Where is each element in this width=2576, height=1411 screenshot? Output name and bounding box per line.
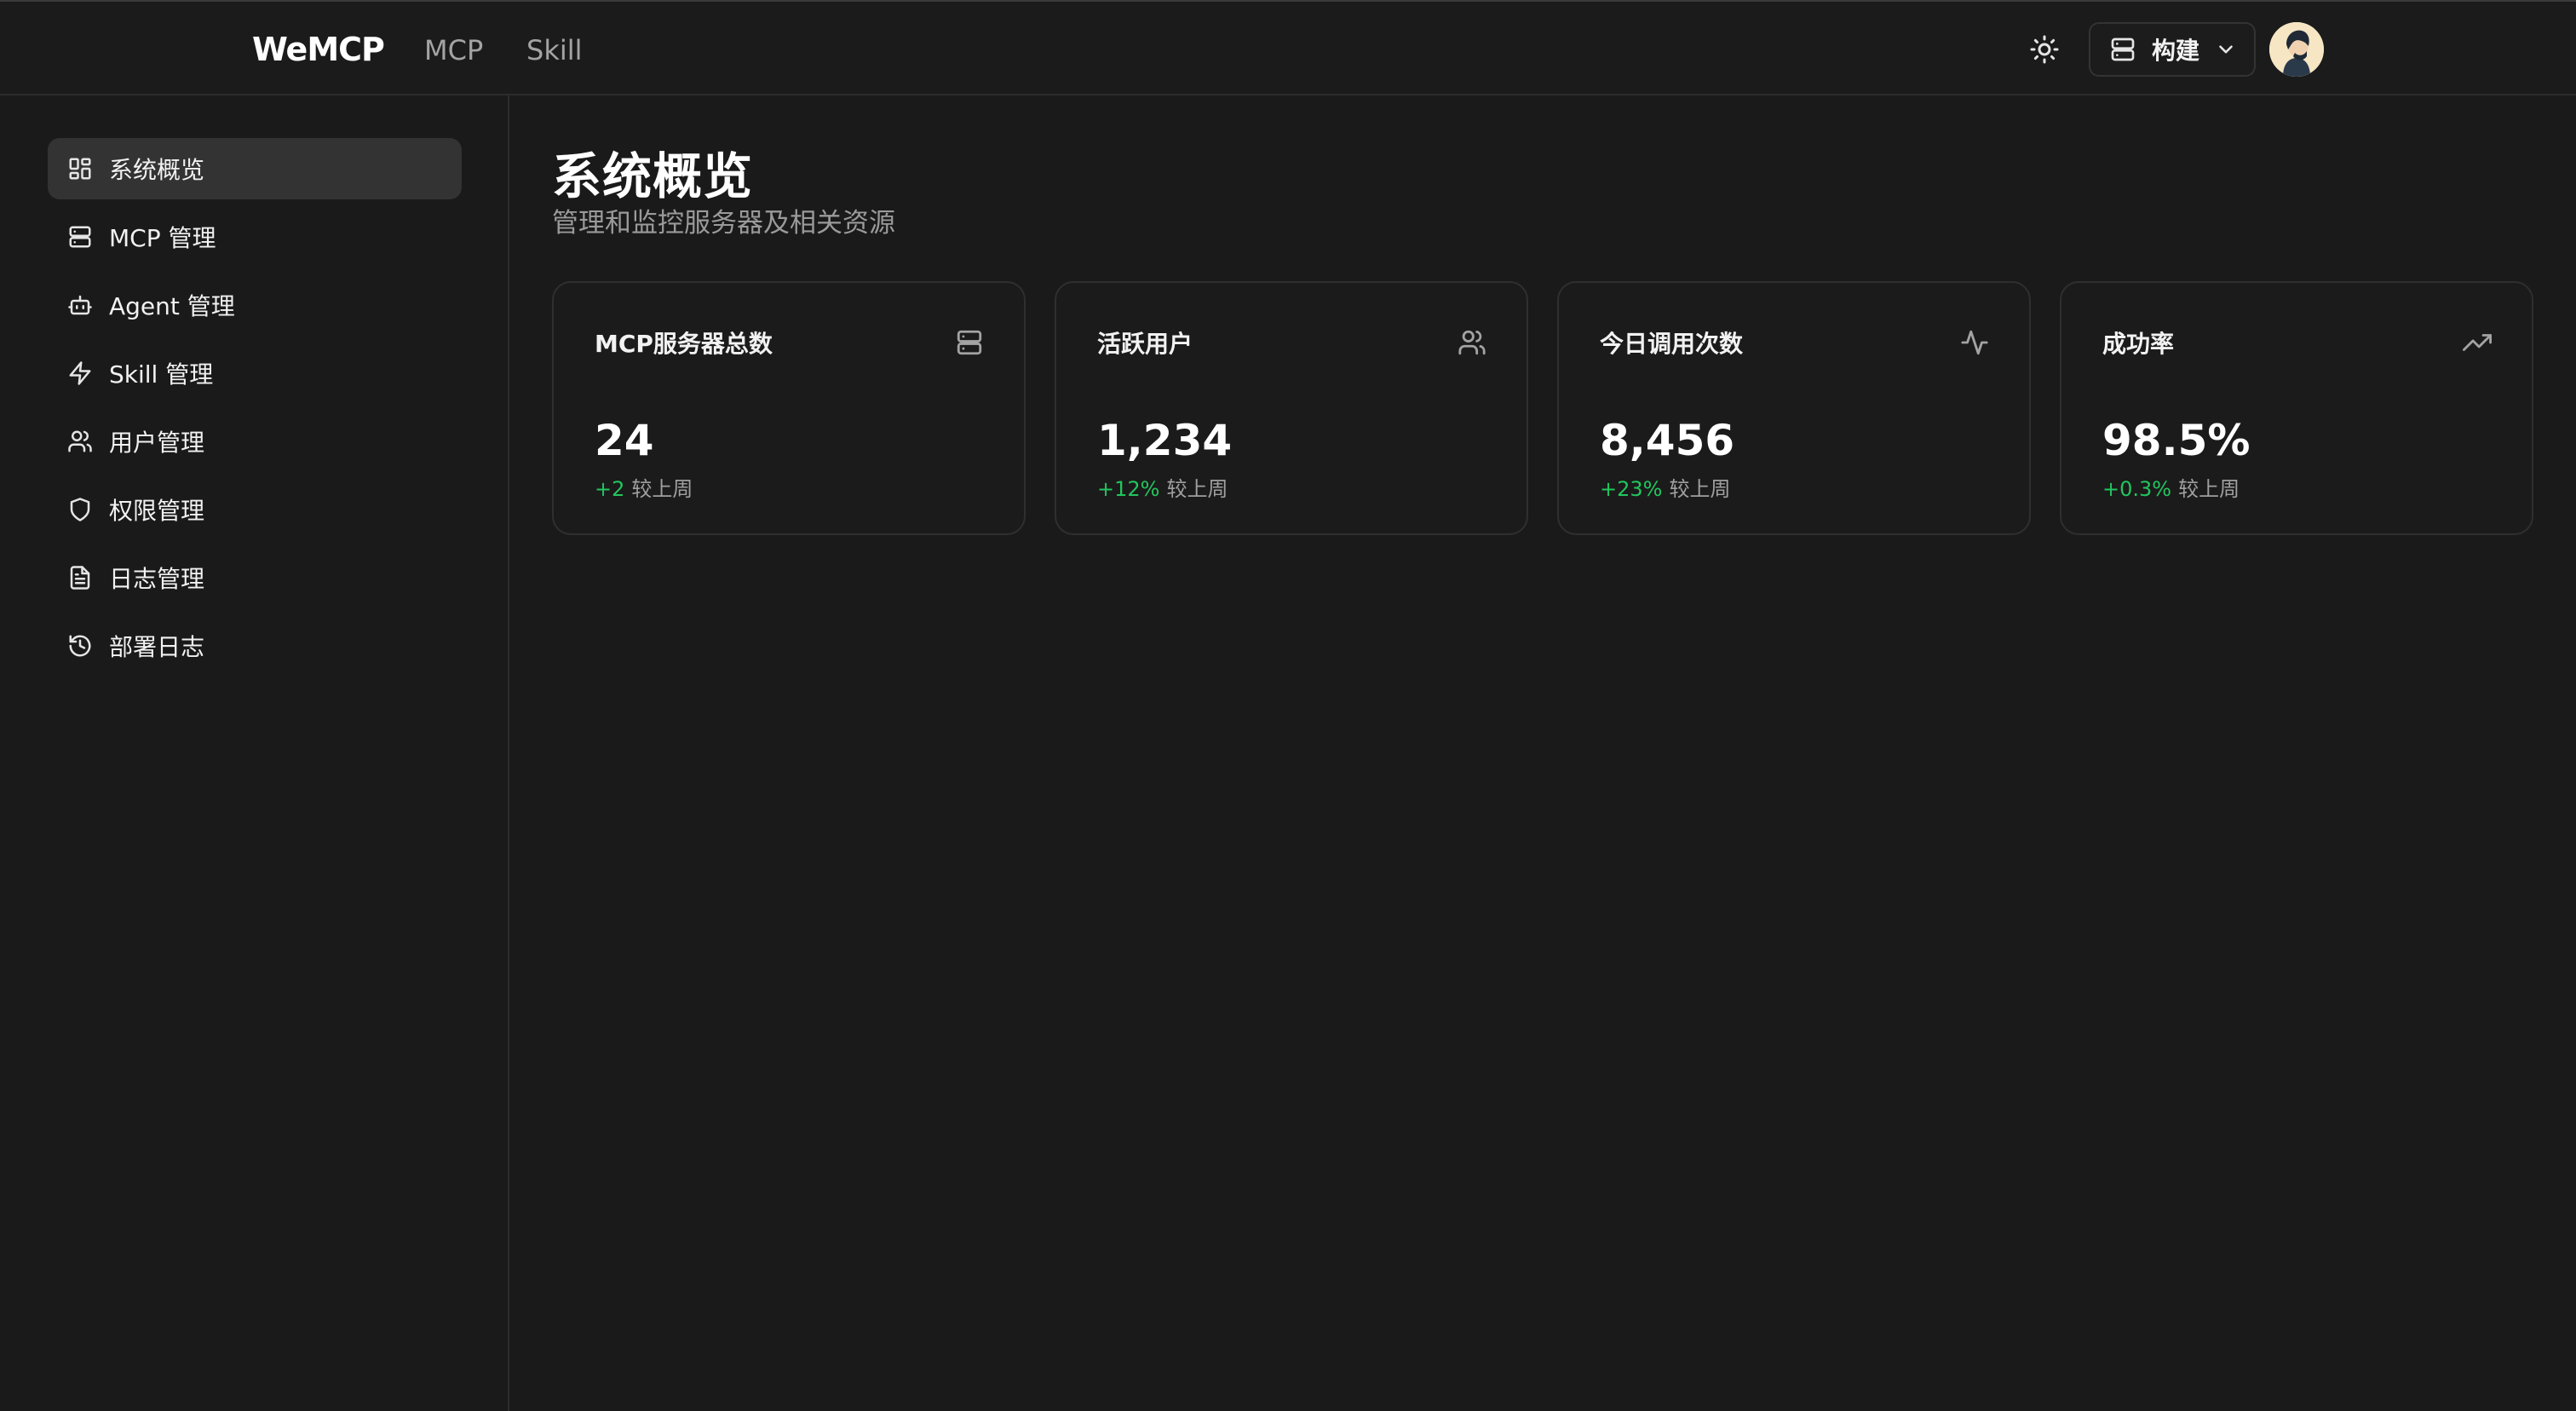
sidebar: 系统概览 MCP 管理 Agent 管理 Skill 管理 用户管理 权限管理 …: [0, 95, 509, 1411]
layout-dashboard-icon: [66, 155, 94, 182]
user-avatar[interactable]: [2269, 22, 2324, 77]
nav-link-mcp[interactable]: MCP: [424, 34, 483, 66]
stat-card-value: 98.5%: [2102, 416, 2251, 465]
build-label: 构建: [2152, 37, 2200, 65]
stat-card-active-users: 活跃用户 1,234 +12% 较上周: [1055, 281, 1528, 535]
history-icon: [66, 632, 94, 659]
stat-card-value: 1,234: [1097, 416, 1233, 465]
server-icon: [954, 327, 985, 358]
sidebar-item-users[interactable]: 用户管理: [48, 411, 462, 472]
delta-value: +0.3%: [2102, 477, 2172, 501]
zap-icon: [66, 360, 94, 387]
stat-card-daily-calls: 今日调用次数 8,456 +23% 较上周: [1557, 281, 2031, 535]
page-title: 系统概览: [552, 147, 754, 205]
avatar-icon: [2269, 22, 2324, 77]
sidebar-item-label: 部署日志: [109, 633, 205, 661]
server-icon: [66, 223, 94, 251]
users-icon: [1457, 327, 1487, 358]
sidebar-item-label: 权限管理: [109, 497, 205, 525]
stat-card-title: 活跃用户: [1097, 330, 1193, 358]
page-subtitle: 管理和监控服务器及相关资源: [552, 208, 895, 239]
sidebar-item-agent[interactable]: Agent 管理: [48, 274, 462, 336]
sidebar-item-mcp[interactable]: MCP 管理: [48, 206, 462, 268]
delta-suffix: 较上周: [631, 477, 693, 501]
stat-card-title: 成功率: [2102, 330, 2175, 358]
delta-suffix: 较上周: [1166, 477, 1228, 501]
top-bar: WeMCP MCP Skill 构建: [0, 0, 2576, 95]
stat-card-mcp-servers: MCP服务器总数 24 +2 较上周: [552, 281, 1026, 535]
sidebar-item-skill[interactable]: Skill 管理: [48, 343, 462, 404]
sidebar-item-label: Skill 管理: [109, 360, 214, 389]
bot-icon: [66, 291, 94, 319]
sidebar-item-permissions[interactable]: 权限管理: [48, 479, 462, 540]
delta-value: +12%: [1097, 477, 1160, 501]
file-text-icon: [66, 564, 94, 591]
stat-card-title: 今日调用次数: [1600, 330, 1744, 358]
brand-logo[interactable]: WeMCP: [252, 31, 385, 68]
sidebar-item-label: 日志管理: [109, 565, 205, 593]
stat-card-value: 8,456: [1600, 416, 1735, 465]
stat-card-delta: +0.3% 较上周: [2102, 472, 2240, 502]
sidebar-item-deploy-logs[interactable]: 部署日志: [48, 615, 462, 677]
build-dropdown-button[interactable]: 构建: [2089, 22, 2256, 77]
stat-card-title: MCP服务器总数: [595, 330, 773, 358]
chevron-down-icon: [2219, 45, 2233, 54]
sidebar-item-label: 系统概览: [109, 156, 205, 184]
activity-icon: [1959, 327, 1990, 358]
server-icon: [2111, 37, 2135, 61]
trending-up-icon: [2462, 327, 2493, 358]
delta-value: +23%: [1600, 477, 1663, 501]
sidebar-item-label: 用户管理: [109, 429, 205, 457]
delta-suffix: 较上周: [2178, 477, 2240, 501]
delta-value: +2: [595, 477, 625, 501]
sidebar-item-logs[interactable]: 日志管理: [48, 547, 462, 608]
stat-card-delta: +23% 较上周: [1600, 472, 1730, 502]
stat-card-success-rate: 成功率 98.5% +0.3% 较上周: [2060, 281, 2533, 535]
sidebar-item-label: MCP 管理: [109, 224, 216, 252]
nav-link-skill[interactable]: Skill: [526, 34, 583, 66]
stat-card-delta: +12% 较上周: [1097, 472, 1228, 502]
delta-suffix: 较上周: [1669, 477, 1731, 501]
sidebar-item-label: Agent 管理: [109, 292, 235, 320]
shield-icon: [66, 496, 94, 523]
sidebar-item-overview[interactable]: 系统概览: [48, 138, 462, 199]
stat-card-delta: +2 较上周: [595, 472, 693, 502]
users-icon: [66, 428, 94, 455]
stat-card-value: 24: [595, 416, 654, 465]
theme-toggle-button[interactable]: [2024, 29, 2065, 70]
sun-icon: [2030, 35, 2059, 64]
